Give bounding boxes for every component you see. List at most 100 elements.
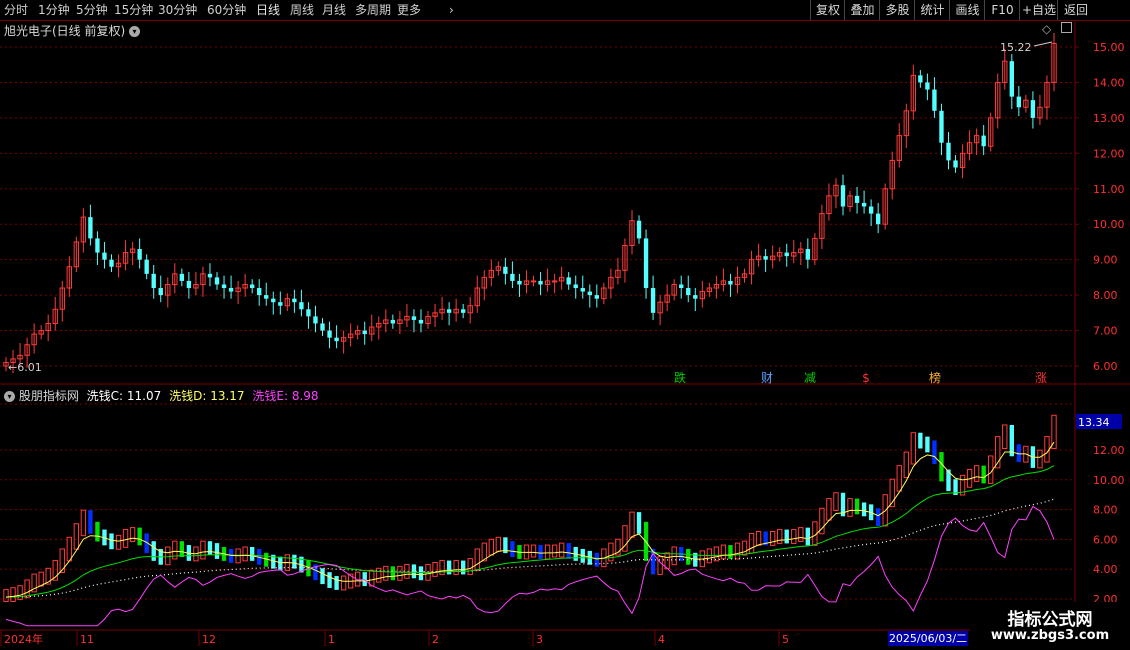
indicator-bar bbox=[925, 436, 930, 453]
price-tick-label: 13.00 bbox=[1093, 112, 1125, 125]
watermark: 指标公式网 www.zbgs3.com bbox=[970, 602, 1130, 650]
indicator-bar bbox=[73, 523, 80, 550]
candle-body bbox=[918, 75, 923, 83]
indicator-bar bbox=[847, 498, 853, 517]
candle-body bbox=[679, 284, 684, 289]
candle-body bbox=[306, 309, 311, 317]
candle-body bbox=[158, 288, 163, 296]
indicator-bar bbox=[249, 546, 255, 561]
indicator-bar bbox=[292, 554, 297, 569]
indicator-bar bbox=[122, 529, 129, 548]
candle-body bbox=[805, 249, 811, 260]
watermark-url: www.zbgs3.com bbox=[990, 628, 1110, 643]
indicator-bar bbox=[320, 568, 325, 585]
candle-body bbox=[264, 295, 269, 299]
indicator-bar bbox=[973, 465, 980, 482]
indicator-bar bbox=[137, 527, 142, 546]
time-axis-label: 2 bbox=[432, 633, 439, 646]
indicator-bar bbox=[369, 569, 375, 587]
indicator-bar bbox=[558, 542, 565, 558]
time-axis-label: 2024年 bbox=[4, 632, 43, 646]
candle-body bbox=[784, 252, 789, 257]
candle-body bbox=[390, 319, 396, 324]
signal-label: 减 bbox=[804, 371, 816, 385]
indicator-bar bbox=[784, 529, 789, 544]
indicator-bar bbox=[362, 572, 367, 587]
candle-body bbox=[418, 319, 424, 324]
indicator-bar bbox=[24, 579, 30, 599]
chart-area[interactable]: 15.0014.0013.0012.0011.0010.009.008.007.… bbox=[0, 0, 1130, 650]
indicator-bar bbox=[88, 510, 93, 534]
signal-label: 涨 bbox=[1035, 370, 1047, 385]
indicator-bar bbox=[200, 540, 206, 560]
candle-body bbox=[228, 288, 234, 292]
candle-body bbox=[650, 288, 656, 313]
price-tick-label: 10.00 bbox=[1093, 218, 1125, 231]
indicator-bar bbox=[791, 529, 797, 544]
candle-body bbox=[186, 280, 192, 289]
indicator-bar bbox=[510, 541, 515, 557]
time-axis-label: 12 bbox=[202, 633, 216, 646]
indicator-bar bbox=[686, 548, 691, 565]
indicator-bar bbox=[95, 521, 100, 542]
indicator-tick-label: 4.00 bbox=[1093, 563, 1118, 576]
indicator-bar bbox=[854, 498, 860, 515]
indicator-bar bbox=[115, 534, 122, 550]
indicator-bar bbox=[179, 541, 185, 557]
candle-body bbox=[1030, 100, 1036, 118]
indicator-tick-label: 8.00 bbox=[1093, 504, 1118, 517]
candle-body bbox=[686, 288, 691, 296]
indicator-bar bbox=[446, 560, 452, 575]
candle-body bbox=[95, 238, 100, 253]
candle-body bbox=[551, 280, 558, 283]
indicator-bar bbox=[242, 546, 248, 562]
indicator-bar bbox=[1051, 414, 1057, 450]
candle-body bbox=[292, 298, 297, 303]
indicator-bar bbox=[861, 502, 867, 517]
candle-body bbox=[214, 277, 220, 285]
candle-body bbox=[151, 273, 156, 289]
candle-body bbox=[693, 295, 698, 299]
candle-body bbox=[109, 259, 114, 267]
price-tick-label: 7.00 bbox=[1093, 325, 1118, 338]
candle-body bbox=[313, 316, 318, 324]
indicator-bar bbox=[777, 529, 783, 544]
signal-label: 榜 bbox=[929, 370, 941, 385]
indicator-bar bbox=[3, 589, 9, 603]
time-axis-label: 4 bbox=[658, 633, 665, 646]
indicator-bar bbox=[453, 560, 459, 575]
indicator-bar bbox=[910, 432, 917, 465]
candle-body bbox=[88, 217, 93, 239]
cursor-date-label: 2025/06/03/二 bbox=[888, 631, 968, 646]
indicator-bar bbox=[769, 531, 776, 546]
candle-body bbox=[643, 238, 649, 289]
candle-body bbox=[1016, 96, 1022, 108]
candle-body bbox=[580, 288, 585, 292]
candle-body bbox=[946, 142, 951, 161]
indicator-bar bbox=[636, 512, 642, 534]
indicator-bar bbox=[833, 492, 839, 511]
indicator-bar bbox=[1002, 424, 1008, 450]
high-price-label: 15.22 bbox=[1000, 41, 1032, 54]
indicator-bar bbox=[474, 548, 480, 572]
indicator-bar bbox=[551, 544, 558, 558]
indicator-bar bbox=[418, 566, 424, 581]
indicator-bar bbox=[981, 465, 986, 484]
time-axis-label: 5 bbox=[782, 633, 789, 646]
signal-label: 财 bbox=[761, 371, 773, 385]
candle-body bbox=[144, 259, 149, 274]
candle-body bbox=[461, 309, 466, 313]
indicator-tick-label: 10.00 bbox=[1093, 474, 1125, 487]
indicator-bar bbox=[390, 566, 396, 581]
candle-body bbox=[840, 185, 846, 207]
candle-body bbox=[271, 298, 276, 303]
indicator-bar bbox=[530, 544, 537, 558]
candle-body bbox=[257, 288, 262, 296]
high-arrow bbox=[1033, 41, 1053, 47]
candle-body bbox=[137, 249, 142, 260]
indicator-bar bbox=[748, 532, 755, 554]
price-tick-label: 11.00 bbox=[1093, 183, 1125, 196]
price-tick-label: 8.00 bbox=[1093, 289, 1118, 302]
indicator-bar bbox=[932, 440, 937, 465]
price-tick-label: 14.00 bbox=[1093, 76, 1125, 89]
